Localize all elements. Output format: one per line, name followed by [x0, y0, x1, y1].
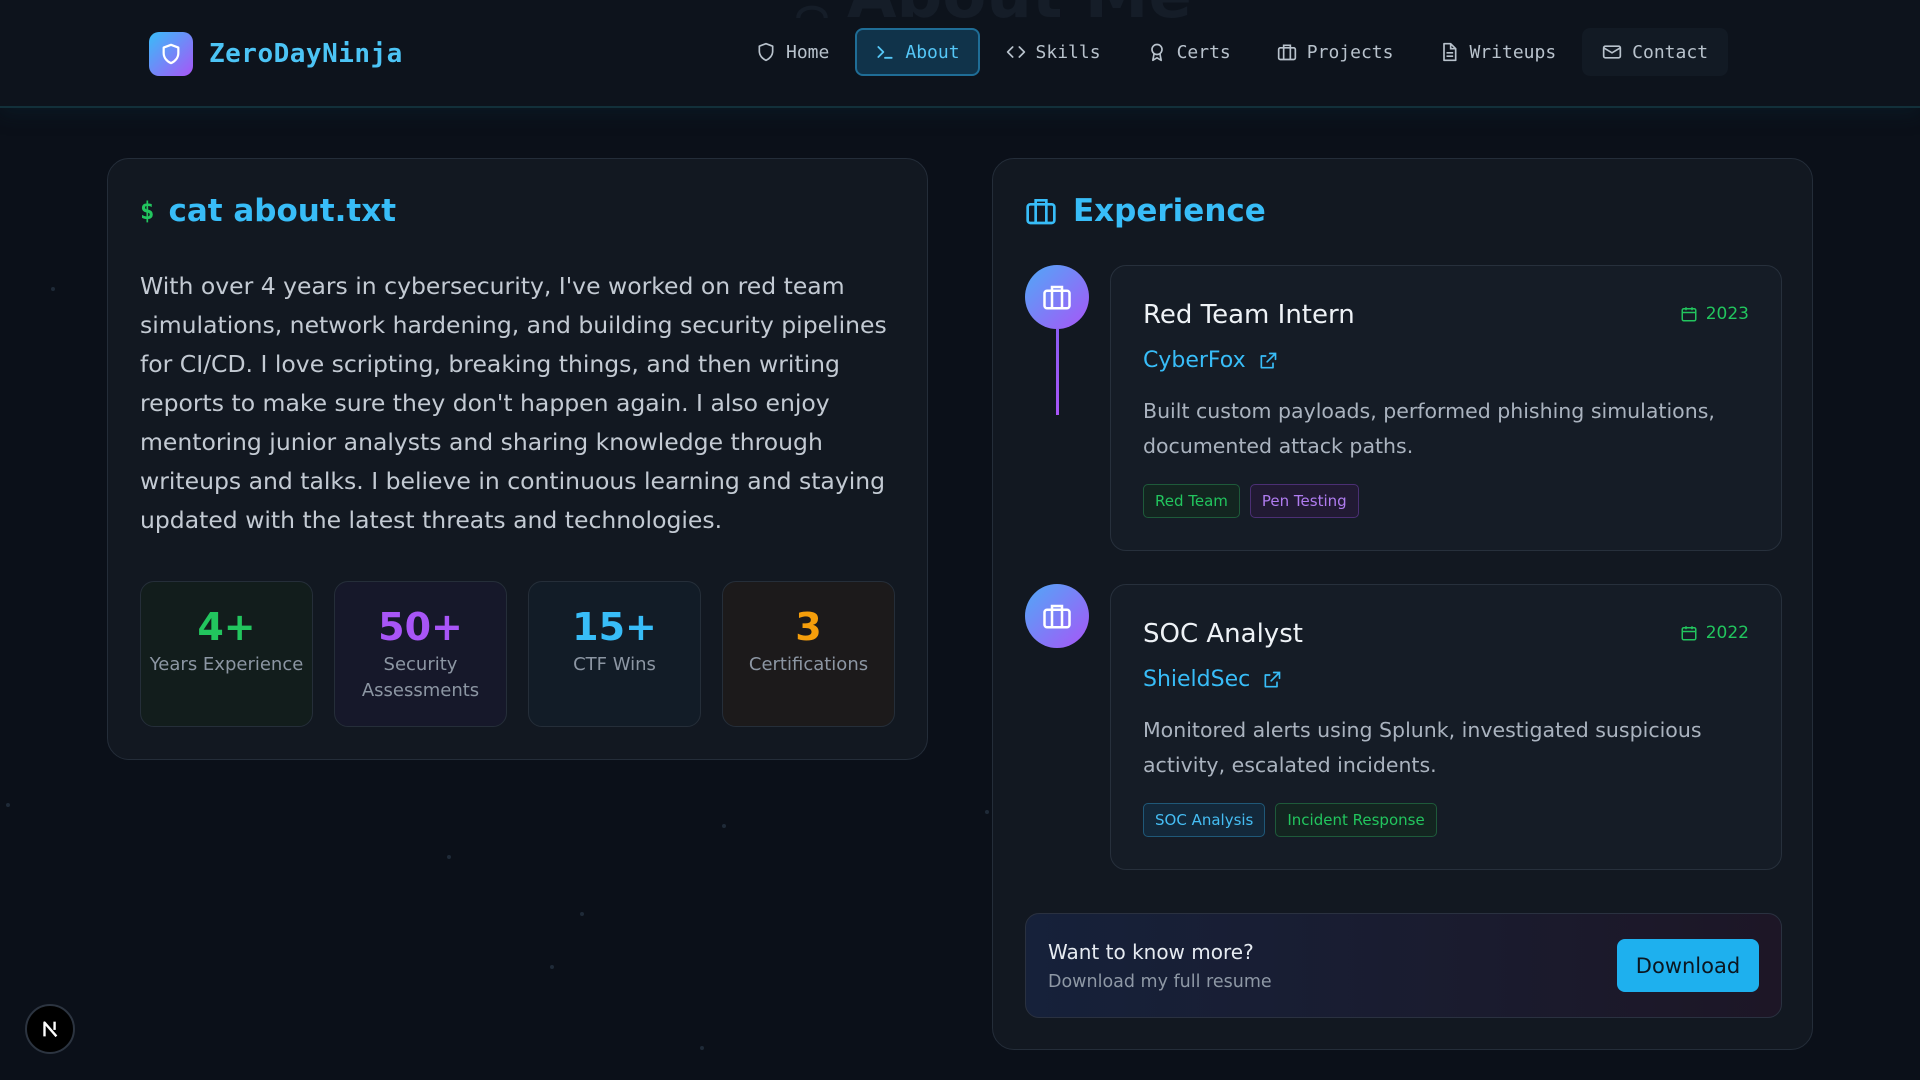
code-icon [1006, 46, 1025, 58]
briefcase-icon [1043, 285, 1071, 310]
company-link[interactable]: ShieldSec [1143, 667, 1282, 692]
about-text: With over 4 years in cybersecurity, I've… [140, 272, 887, 534]
external-link-icon [1260, 352, 1276, 368]
tag: Pen Testing [1249, 484, 1359, 518]
job-description: Monitored alerts using Splunk, investiga… [1143, 718, 1702, 777]
nav-item-certs[interactable]: Certs [1127, 28, 1251, 76]
brand[interactable]: ZeroDayNinja [149, 32, 403, 76]
stat-label: Security Assessments [361, 654, 480, 701]
company-name: CyberFox [1143, 348, 1246, 373]
background-star [580, 912, 584, 916]
stat-value: 4+ [197, 605, 256, 649]
background-star [985, 810, 989, 814]
top-navbar: About Me ZeroDayNinja Home About Skills … [0, 0, 1920, 108]
nav-item-projects[interactable]: Projects [1257, 28, 1414, 76]
job-description: Built custom payloads, performed phishin… [1143, 399, 1715, 458]
stat-label: CTF Wins [573, 654, 656, 675]
about-command: cat about.txt [168, 193, 397, 229]
award-icon [1150, 43, 1163, 62]
terminal-icon [877, 46, 893, 59]
stat-years-experience: 4+ Years Experience [140, 581, 313, 727]
background-star [51, 287, 55, 291]
stats-row: 4+ Years Experience 50+ Security Assessm… [140, 581, 895, 727]
nav-label: Contact [1632, 41, 1709, 63]
stat-value: 50+ [378, 605, 463, 649]
cta-subtitle: Download my full resume [1048, 972, 1272, 992]
nav-item-home[interactable]: Home [736, 28, 849, 76]
briefcase-icon [1026, 199, 1056, 225]
nav-label: Skills [1035, 41, 1101, 63]
job-year-text: 2022 [1705, 623, 1749, 643]
background-star [550, 965, 554, 969]
cta-title: Want to know more? [1048, 940, 1254, 964]
job-year: 2022 [1680, 623, 1749, 643]
nav-item-contact[interactable]: Contact [1582, 28, 1729, 76]
nav-label: About [905, 41, 960, 63]
nav-item-writeups[interactable]: Writeups [1419, 28, 1576, 76]
job-year: 2023 [1680, 304, 1749, 324]
stat-ctf-wins: 15+ CTF Wins [528, 581, 701, 727]
tag: Incident Response [1275, 803, 1437, 837]
document-icon [1443, 42, 1457, 62]
background-star [700, 1046, 704, 1050]
timeline-marker [1025, 584, 1089, 648]
background-star [6, 803, 10, 807]
brand-name: ZeroDayNinja [209, 39, 403, 69]
user-icon [796, 5, 828, 18]
shield-icon [758, 42, 774, 62]
experience-heading: Experience [1025, 193, 1266, 229]
job-year-text: 2023 [1705, 304, 1749, 324]
stat-label: Years Experience [149, 654, 304, 675]
main-nav: Home About Skills Certs Projects Writeup… [736, 28, 1729, 76]
briefcase-icon [1043, 604, 1071, 629]
stat-security-assessments: 50+ Security Assessments [334, 581, 507, 727]
nav-item-about[interactable]: About [855, 28, 980, 76]
job-title: Red Team Intern [1143, 300, 1355, 330]
timeline-marker [1025, 265, 1089, 329]
next-logo-button[interactable] [25, 1004, 75, 1054]
job-tags: Red Team Pen Testing [1143, 484, 1359, 518]
job-card: SOC Analyst 2022 ShieldSec Monitored ale… [1110, 584, 1782, 870]
resume-cta: Want to know more? Download my full resu… [1025, 913, 1782, 1018]
nav-label: Home [786, 41, 830, 63]
terminal-prompt: $ [140, 197, 155, 225]
briefcase-icon [1277, 44, 1296, 61]
company-name: ShieldSec [1143, 667, 1251, 692]
download-button[interactable]: Download [1617, 939, 1759, 992]
calendar-icon [1681, 626, 1697, 641]
nav-label: Writeups [1469, 41, 1557, 63]
stat-value: 3 [795, 605, 822, 649]
stat-label: Certifications [748, 654, 869, 675]
nav-item-skills[interactable]: Skills [986, 28, 1121, 76]
experience-card: Experience Red Team Intern 2023 CyberFox… [992, 158, 1813, 1050]
external-link-icon [1264, 671, 1281, 687]
ghost-page-title: About Me [795, 0, 1192, 33]
calendar-icon [1681, 307, 1697, 322]
tag: SOC Analysis [1143, 803, 1266, 837]
shield-icon [162, 43, 180, 65]
logo-n-icon [43, 1021, 58, 1038]
stat-value: 15+ [572, 605, 657, 649]
experience-heading-text: Experience [1073, 193, 1266, 229]
company-link[interactable]: CyberFox [1143, 348, 1278, 373]
job-tags: SOC Analysis Incident Response [1143, 803, 1437, 837]
background-star [447, 855, 451, 859]
background-star [722, 824, 726, 828]
timeline-line [1056, 329, 1059, 415]
nav-label: Projects [1306, 41, 1394, 63]
about-heading: $ cat about.txt [140, 193, 396, 229]
nav-label: Certs [1176, 41, 1231, 63]
job-title: SOC Analyst [1143, 619, 1303, 649]
job-card: Red Team Intern 2023 CyberFox Built cust… [1110, 265, 1782, 551]
mail-icon [1603, 45, 1622, 59]
stat-certifications: 3 Certifications [722, 581, 895, 727]
brand-logo [149, 32, 193, 76]
tag: Red Team [1143, 484, 1240, 518]
about-card: $ cat about.txt With over 4 years in cyb… [107, 158, 928, 760]
